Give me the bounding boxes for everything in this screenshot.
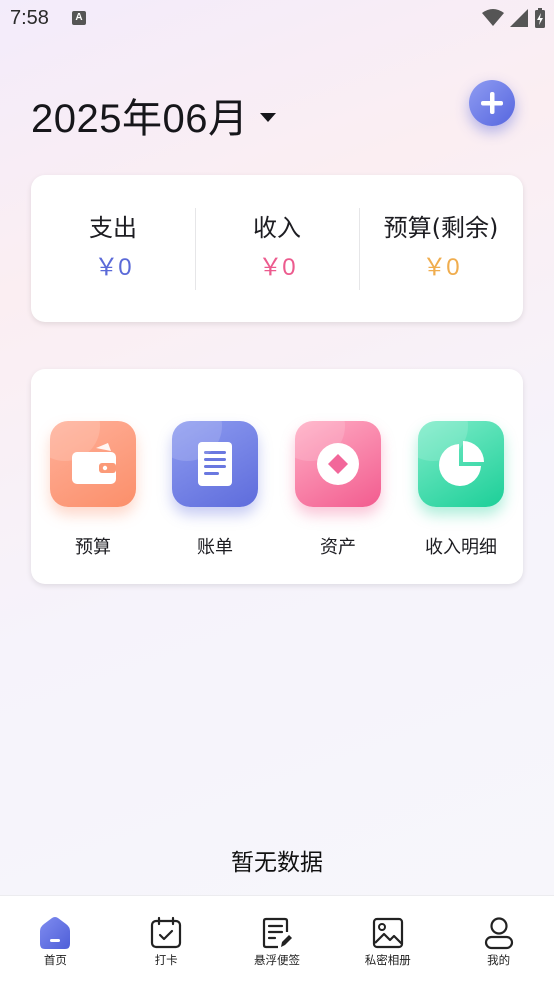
status-time: 7:58: [10, 7, 49, 29]
signal-icon: [510, 9, 528, 27]
summary-expense[interactable]: 支出 ￥0: [31, 175, 195, 322]
summary-budget[interactable]: 预算(剩余) ￥0: [359, 175, 523, 322]
budget-action[interactable]: 预算: [38, 421, 148, 559]
plus-icon: [481, 92, 503, 114]
calendar-check-icon: [151, 916, 182, 949]
nav-item-home[interactable]: 首页: [0, 896, 111, 985]
home-icon: [40, 917, 71, 949]
summary-income[interactable]: 收入 ￥0: [195, 175, 359, 322]
wifi-icon: [482, 9, 504, 26]
summary-label: 支出: [89, 213, 137, 242]
nav-item-private-album[interactable]: 私密相册: [332, 896, 443, 985]
nav-item-profile[interactable]: 我的: [443, 896, 554, 985]
summary-card: 支出 ￥0 收入 ￥0 预算(剩余) ￥0: [31, 175, 523, 322]
action-label: 资产: [320, 537, 356, 558]
empty-state-text: 暂无数据: [231, 850, 323, 876]
month-selector[interactable]: 2025年06月: [31, 86, 277, 144]
nav-label: 悬浮便签: [253, 953, 300, 967]
nav-item-floating-notes[interactable]: 悬浮便签: [222, 896, 333, 985]
summary-value: ￥0: [258, 253, 296, 281]
battery-icon: [535, 8, 545, 28]
nav-label: 首页: [43, 953, 67, 967]
status-icons: [482, 8, 546, 28]
nav-label: 打卡: [154, 953, 178, 967]
bills-action[interactable]: 账单: [160, 421, 270, 559]
status-bar: 7:58 A: [0, 0, 554, 36]
nav-label: 私密相册: [364, 953, 411, 967]
diamond-icon: [295, 421, 381, 507]
add-button[interactable]: [469, 80, 515, 126]
bottom-nav: 首页 打卡 悬浮便签 私密相册 我的: [0, 895, 554, 985]
image-icon: [372, 917, 403, 949]
income-detail-action[interactable]: 收入明细: [406, 421, 516, 559]
notification-badge-icon: A: [72, 11, 86, 25]
summary-label: 预算(剩余): [383, 213, 499, 242]
action-label: 账单: [197, 537, 233, 558]
month-text: 2025年06月: [31, 97, 249, 141]
note-edit-icon: [262, 917, 292, 949]
person-icon: [484, 917, 513, 950]
nav-label: 我的: [487, 953, 511, 967]
assets-action[interactable]: 资产: [283, 421, 393, 559]
summary-value: ￥0: [94, 253, 132, 281]
pie-chart-icon: [418, 421, 504, 507]
summary-label: 收入: [253, 213, 301, 242]
summary-value: ￥0: [422, 253, 460, 281]
action-label: 预算: [75, 537, 111, 558]
document-icon: [172, 421, 258, 507]
caret-down-icon: [260, 112, 277, 122]
wallet-icon: [50, 421, 136, 507]
quick-actions-card: 预算 账单 资产 收入明细: [31, 369, 523, 584]
action-label: 收入明细: [425, 537, 497, 558]
nav-item-checkin[interactable]: 打卡: [111, 896, 222, 985]
